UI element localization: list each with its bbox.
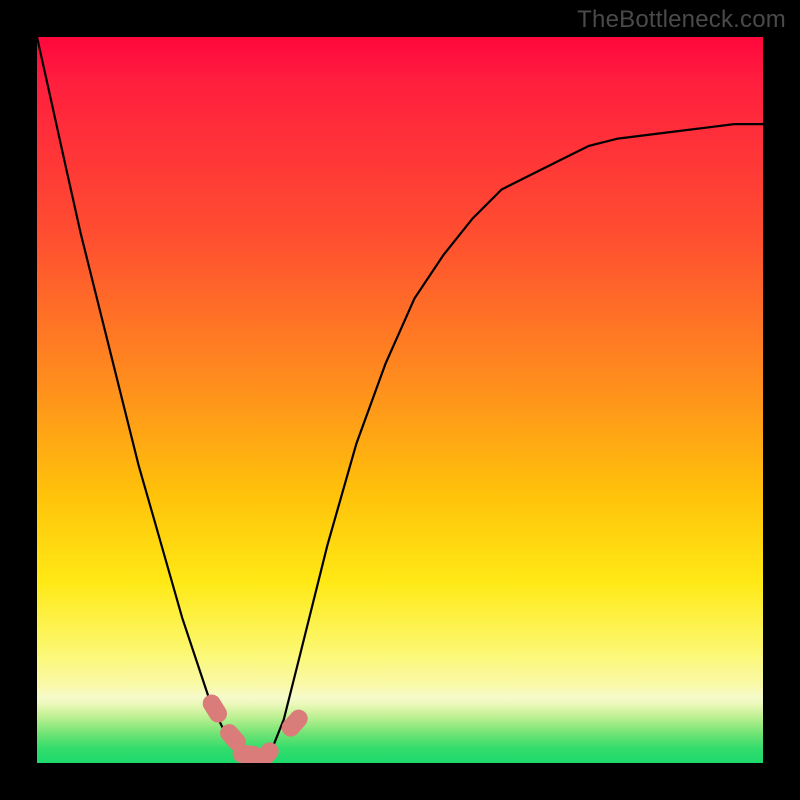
curve-marker bbox=[212, 704, 218, 714]
bottleneck-curve bbox=[37, 37, 763, 763]
curve-marker bbox=[229, 733, 237, 742]
curve-marker bbox=[262, 751, 270, 760]
curve-marker bbox=[291, 719, 299, 728]
curve-layer bbox=[37, 37, 763, 763]
chart-stage: TheBottleneck.com bbox=[0, 0, 800, 800]
curve-marker bbox=[242, 754, 254, 755]
watermark-label: TheBottleneck.com bbox=[577, 6, 786, 34]
plot-area bbox=[37, 37, 763, 763]
